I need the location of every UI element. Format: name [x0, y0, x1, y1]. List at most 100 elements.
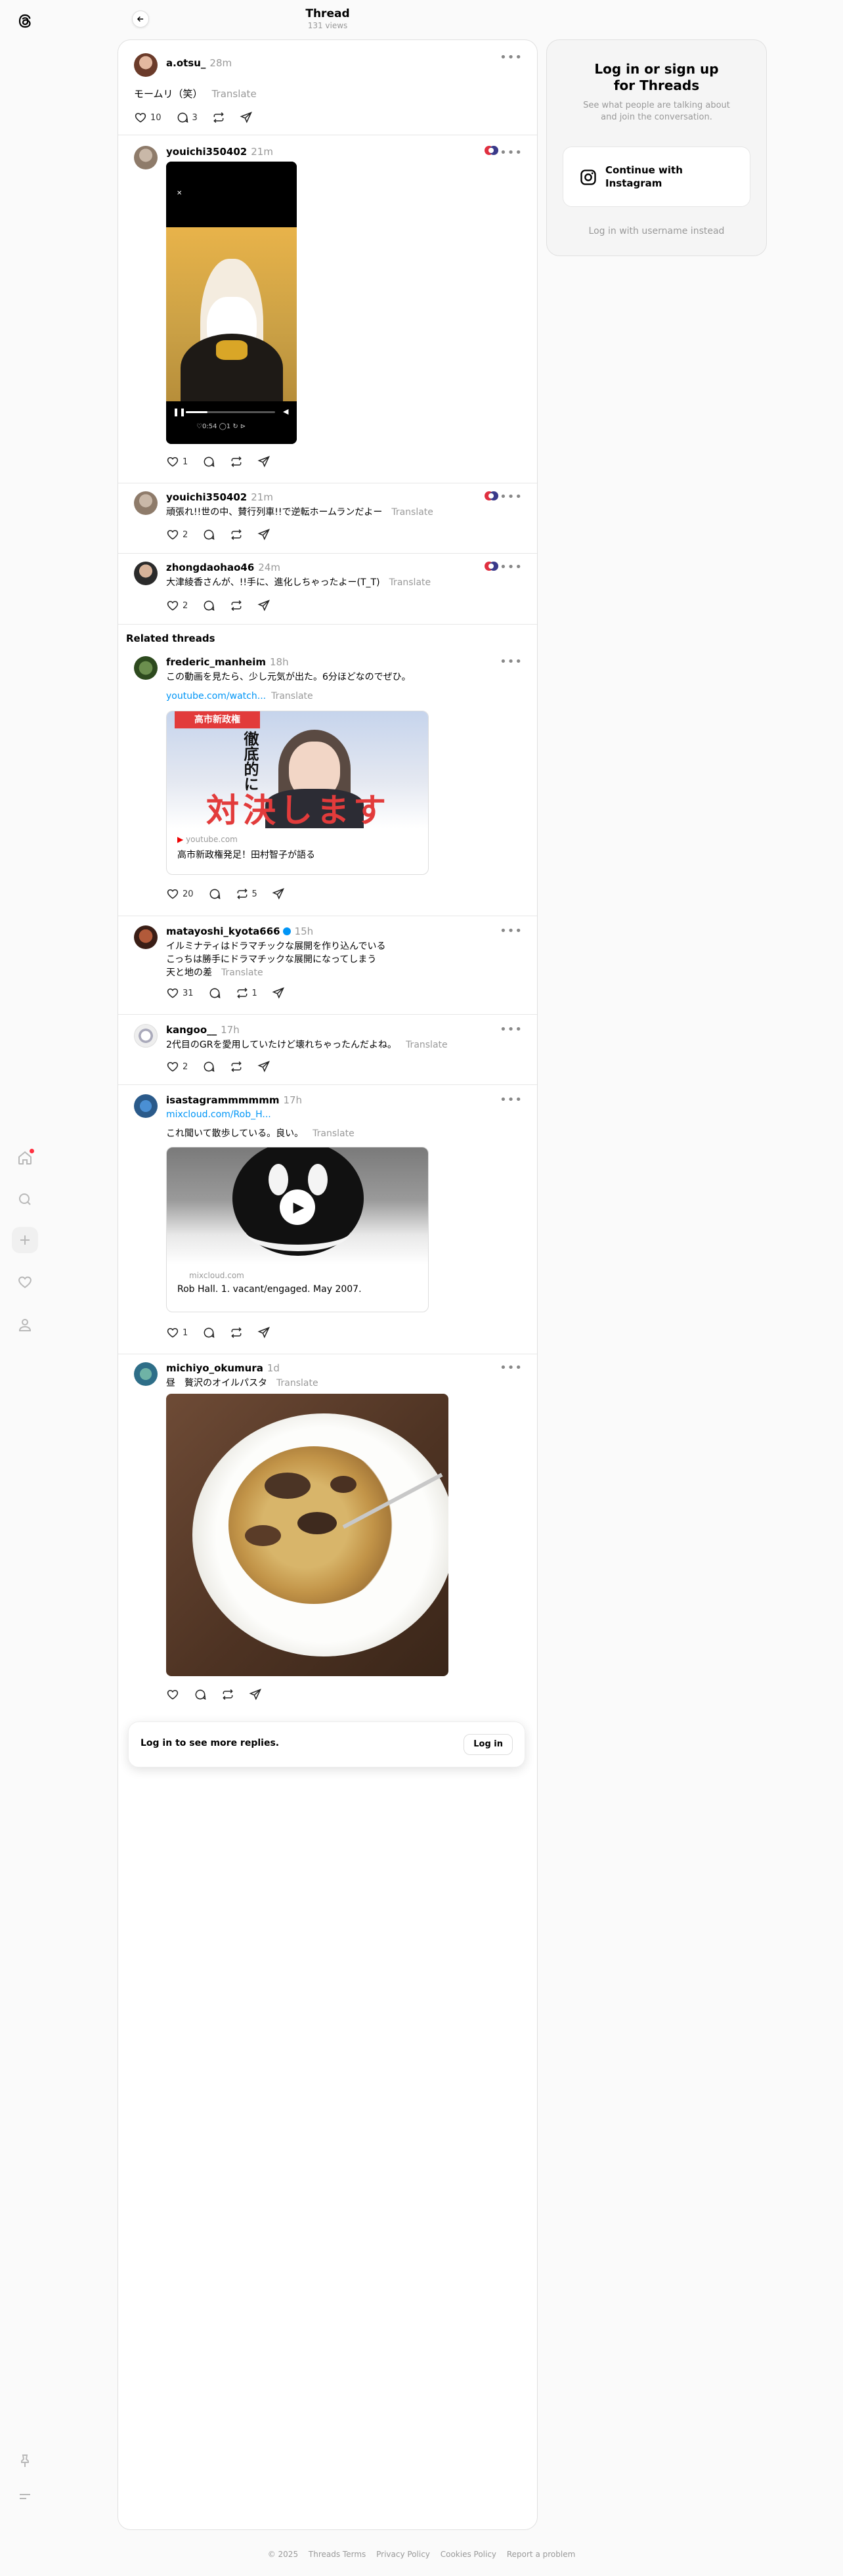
reply-button[interactable]: 3: [176, 111, 198, 124]
post-link[interactable]: youtube.com/watch...: [166, 691, 266, 701]
like-button[interactable]: 2: [166, 599, 188, 612]
repost-button[interactable]: 5: [236, 887, 257, 900]
username[interactable]: isastagrammmmmm 17h: [166, 1094, 302, 1106]
repost-button[interactable]: [230, 528, 243, 541]
reply-button[interactable]: [202, 528, 215, 541]
footer-privacy-link[interactable]: Privacy Policy: [376, 2550, 430, 2559]
avatar[interactable]: [134, 491, 158, 515]
repost-button[interactable]: [230, 1326, 243, 1339]
pin-icon[interactable]: [12, 2448, 38, 2474]
share-button[interactable]: [249, 1688, 262, 1701]
link-preview-card[interactable]: 高市新政権 徹底的に 対決します ▶ youtube.com 高市新政権発足！田…: [166, 711, 429, 875]
share-button[interactable]: [257, 1326, 270, 1339]
share-button[interactable]: [257, 1060, 270, 1073]
avatar[interactable]: [134, 1362, 158, 1386]
username[interactable]: zhongdaohao46 24m: [166, 562, 280, 573]
footer: © 2025 Threads Terms Privacy Policy Cook…: [0, 2550, 843, 2559]
repost-button[interactable]: [230, 455, 243, 468]
heart-icon[interactable]: [12, 1269, 38, 1295]
post-image[interactable]: [166, 1394, 448, 1676]
post-link[interactable]: mixcloud.com/Rob_H...: [166, 1108, 271, 1121]
reply-button[interactable]: [202, 1060, 215, 1073]
translate-link[interactable]: Translate: [389, 577, 431, 588]
avatar[interactable]: [134, 562, 158, 585]
more-options-icon[interactable]: •••: [500, 924, 523, 938]
footer-report-link[interactable]: Report a problem: [507, 2550, 575, 2559]
like-button[interactable]: 20: [166, 887, 194, 900]
username[interactable]: kangoo__ 17h: [166, 1024, 240, 1036]
like-button[interactable]: 31: [166, 987, 194, 1000]
reply-button[interactable]: [194, 1688, 207, 1701]
share-button[interactable]: [257, 599, 270, 612]
username[interactable]: michiyo_okumura 1d: [166, 1362, 280, 1374]
video-player[interactable]: ✕ ❚❚ ◀ ♡0:54 ◯1 ↻ ⊳: [166, 162, 297, 444]
reply-button[interactable]: [202, 455, 215, 468]
mute-icon[interactable]: ✕: [177, 190, 182, 197]
share-button[interactable]: [272, 887, 285, 900]
pause-icon[interactable]: ❚❚: [173, 407, 186, 416]
translate-link[interactable]: Translate: [406, 1040, 448, 1050]
repost-button[interactable]: [212, 111, 225, 124]
repost-button[interactable]: [230, 1060, 243, 1073]
search-icon[interactable]: [12, 1186, 38, 1212]
repost-button[interactable]: [221, 1688, 234, 1701]
username[interactable]: matayoshi_kyota666 15h: [166, 925, 313, 937]
login-button[interactable]: Log in: [464, 1734, 513, 1755]
share-button[interactable]: [257, 455, 270, 468]
avatar[interactable]: [134, 1094, 158, 1118]
translate-link[interactable]: Translate: [212, 88, 257, 100]
play-button[interactable]: ▶: [280, 1189, 315, 1225]
reply-button[interactable]: [202, 599, 215, 612]
more-options-icon[interactable]: •••: [500, 1361, 523, 1375]
more-options-icon[interactable]: •••: [500, 655, 523, 669]
avatar[interactable]: [134, 146, 158, 169]
threads-logo-icon[interactable]: [12, 8, 38, 34]
share-button[interactable]: [257, 528, 270, 541]
translate-link[interactable]: Translate: [276, 1378, 318, 1388]
translate-link[interactable]: Translate: [271, 691, 313, 701]
more-options-icon[interactable]: •••: [500, 490, 523, 504]
avatar[interactable]: [134, 656, 158, 680]
footer-terms-link[interactable]: Threads Terms: [309, 2550, 366, 2559]
more-options-icon[interactable]: •••: [500, 146, 523, 160]
thread-post: youichi350402 21m ••• ✕ ❚❚ ◀ ♡0:54 ◯1 ↻ ⊳…: [118, 135, 537, 483]
video-progress[interactable]: [186, 411, 275, 413]
footer-cookies-link[interactable]: Cookies Policy: [441, 2550, 496, 2559]
more-options-icon[interactable]: •••: [500, 560, 523, 574]
more-options-icon[interactable]: •••: [500, 1093, 523, 1107]
username[interactable]: youichi350402 21m: [166, 491, 273, 503]
translate-link[interactable]: Translate: [391, 507, 433, 518]
more-options-icon[interactable]: •••: [500, 1023, 523, 1036]
repost-button[interactable]: [230, 599, 243, 612]
reply-button[interactable]: [208, 987, 221, 1000]
share-button[interactable]: [272, 987, 285, 1000]
like-button[interactable]: [166, 1688, 179, 1701]
username[interactable]: a.otsu_ 28m: [166, 57, 232, 69]
avatar[interactable]: [134, 925, 158, 949]
share-button[interactable]: [240, 111, 253, 124]
like-button[interactable]: 1: [166, 455, 188, 468]
create-icon[interactable]: [12, 1227, 38, 1253]
reply-button[interactable]: [208, 887, 221, 900]
profile-icon[interactable]: [12, 1312, 38, 1338]
home-icon[interactable]: [12, 1145, 38, 1171]
more-options-icon[interactable]: •••: [500, 51, 523, 64]
volume-icon[interactable]: ◀: [283, 407, 288, 416]
continue-instagram-button[interactable]: Continue with Instagram: [563, 146, 750, 207]
translate-link[interactable]: Translate: [221, 967, 263, 978]
username[interactable]: frederic_manheim 18h: [166, 656, 289, 668]
like-button[interactable]: 2: [166, 528, 188, 541]
comment-icon: [204, 1327, 215, 1338]
reply-button[interactable]: [202, 1326, 215, 1339]
repost-button[interactable]: 1: [236, 987, 257, 1000]
avatar[interactable]: [134, 1024, 158, 1048]
avatar[interactable]: [134, 53, 158, 77]
like-button[interactable]: 1: [166, 1326, 188, 1339]
translate-link[interactable]: Translate: [313, 1128, 355, 1139]
like-button[interactable]: 2: [166, 1060, 188, 1073]
username-login-link[interactable]: Log in with username instead: [547, 226, 766, 236]
menu-icon[interactable]: [12, 2483, 38, 2510]
like-button[interactable]: 10: [134, 111, 162, 124]
username[interactable]: youichi350402 21m: [166, 146, 273, 158]
link-preview-card[interactable]: ▶ mixcloud.com Rob Hall. 1. vacant/engag…: [166, 1147, 429, 1312]
